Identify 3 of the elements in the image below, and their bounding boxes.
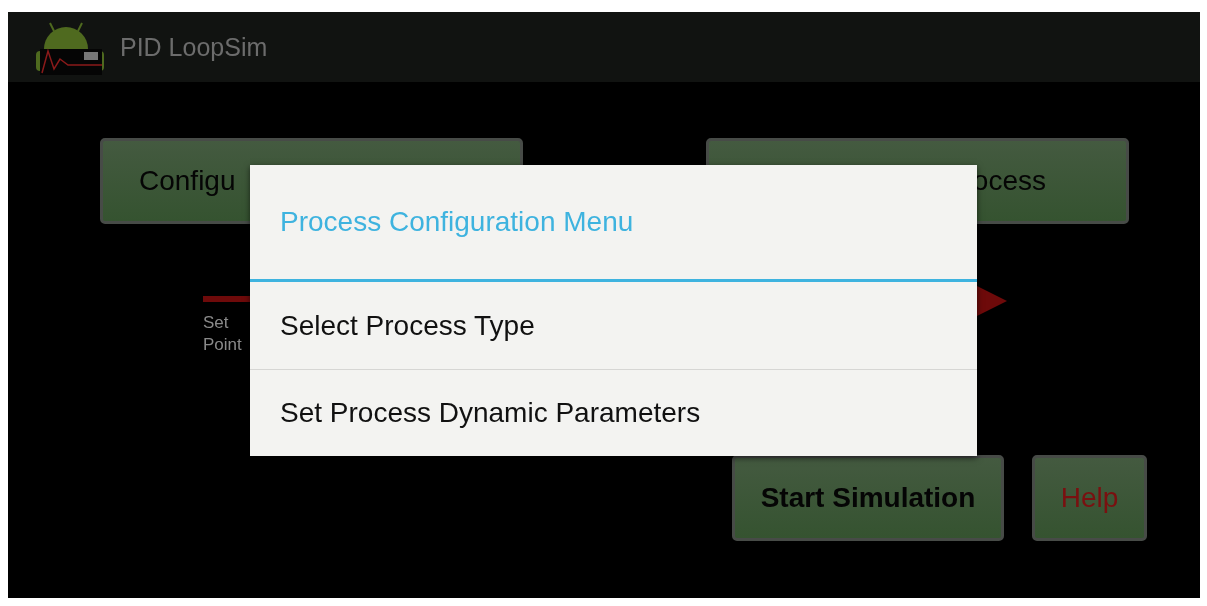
dialog-title: Process Configuration Menu: [250, 165, 977, 282]
setpoint-label: Set Point: [203, 312, 243, 356]
app-title: PID LoopSim: [120, 32, 268, 62]
